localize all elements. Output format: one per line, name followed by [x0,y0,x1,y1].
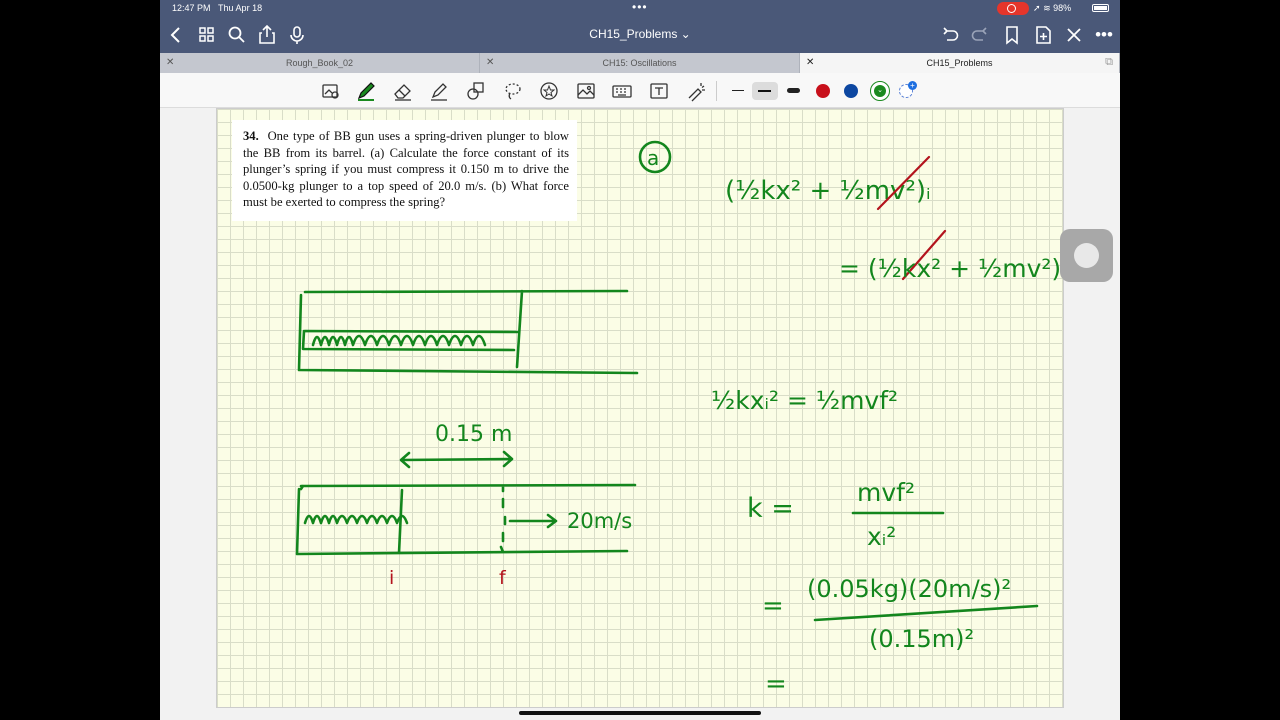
multitask-dots-icon[interactable]: ••• [632,0,648,14]
assistive-touch-button[interactable] [1060,229,1113,282]
search-icon[interactable] [226,24,248,46]
shapes-icon[interactable] [465,80,487,102]
close-pen-icon[interactable] [1063,24,1085,46]
keyboard-icon[interactable] [611,80,633,102]
tab-label: CH15_Problems [926,58,993,68]
back-icon[interactable] [166,24,188,46]
color-red-swatch[interactable] [816,84,830,98]
pen-icon[interactable] [355,80,377,102]
laser-pointer-icon[interactable] [685,80,707,102]
distance-arrow [399,450,514,469]
bookmark-icon[interactable] [1001,24,1023,46]
screen-record-indicator-icon[interactable] [997,2,1029,15]
more-options-icon[interactable]: ••• [1093,24,1115,46]
ipad-screen: 12:47 PM Thu Apr 18 ••• ➚ ≋ 98% CH15_Pro… [160,0,1120,720]
thin-stroke-option[interactable] [732,90,744,91]
status-time: 12:47 PM [172,3,211,13]
status-right: ➚ ≋ 98% [1033,3,1071,14]
redo-icon[interactable] [969,24,991,46]
color-blue-swatch[interactable] [844,84,858,98]
final-position-label: f [499,567,507,589]
speed-label: 20m/s [567,509,632,533]
substitution-fraction-bar [813,604,1039,622]
annotation-toolbar: ⌄ + [160,73,1120,108]
microphone-icon[interactable] [286,24,308,46]
wifi-icon: ≋ [1043,3,1051,13]
share-export-icon[interactable] [256,24,278,46]
add-plus-icon: + [908,81,917,90]
lasso-icon[interactable] [502,80,524,102]
image-icon[interactable] [575,80,597,102]
equals-sign-2: = [765,669,787,699]
document-title-menu[interactable]: CH15_Problems ⌄ [540,27,740,41]
thick-stroke-option[interactable] [787,88,800,93]
k-equals-label: k = [747,493,794,524]
status-bar: 12:47 PM Thu Apr 18 ••• ➚ ≋ 98% [160,0,1120,17]
plunger-barrel-drawing [297,289,639,375]
battery-percent: 98% [1053,3,1072,13]
sticker-icon[interactable] [538,80,560,102]
part-a-label: a [647,146,659,170]
k-denominator: xᵢ² [867,522,896,551]
image-lasso-icon[interactable] [320,80,342,102]
spring-coils-1 [311,334,487,347]
energy-initial-expression: (½kx² + ½mv²)ᵢ [725,176,931,206]
tab-rough-book[interactable]: ✕ Rough_Book_02 [160,53,480,73]
notebook-page[interactable]: 34. One type of BB gun uses a spring-dri… [216,108,1064,708]
tab-label: CH15: Oscillations [602,58,677,68]
toolbar-divider [716,81,717,101]
status-date: Thu Apr 18 [218,3,263,13]
add-page-icon[interactable] [1032,24,1054,46]
color-green-swatch-selected[interactable]: ⌄ [870,81,890,101]
status-time-date: 12:47 PM Thu Apr 18 [172,3,262,13]
document-tabs: ✕ Rough_Book_02 ✕ CH15: Oscillations ✕ CH15… [160,53,1120,73]
highlighter-icon[interactable] [428,80,450,102]
velocity-arrow [508,513,558,529]
split-view-icon[interactable]: ⧉ [1105,56,1113,69]
eraser-icon[interactable] [392,80,414,102]
distance-label: 0.15 m [435,422,512,447]
tab-ch15-oscillations[interactable]: ✕ CH15: Oscillations [480,53,800,73]
tab-label: Rough_Book_02 [285,58,354,68]
initial-position-label: i [389,567,394,589]
location-icon: ➚ [1033,3,1041,13]
navigation-bar: CH15_Problems ⌄ ••• [160,17,1120,53]
substituted-denominator: (0.15m)² [869,625,974,653]
energy-balance-equation: ½kxᵢ² = ½mvf² [711,386,898,415]
k-numerator: mvf² [857,478,915,507]
handwritten-ink-layer: a 0.15 m 20m/s i f (½kx² + ½mv²)ᵢ = (½kx… [295,140,1063,699]
medium-stroke-option-selected[interactable] [752,82,778,100]
substituted-numerator: (0.05kg)(20m/s)² [807,575,1011,603]
battery-icon [1092,4,1109,12]
spring-coils-2 [303,514,409,525]
undo-icon[interactable] [939,24,961,46]
textbox-icon[interactable] [648,80,670,102]
equals-sign-1: = [762,591,784,621]
thumbnails-grid-icon[interactable] [196,24,218,46]
energy-final-expression: = (½kx² + ½mv²)f [839,254,1063,283]
tab-ch15-problems[interactable]: ✕ CH15_Problems ⧉ [800,53,1120,73]
home-indicator[interactable] [519,711,761,715]
